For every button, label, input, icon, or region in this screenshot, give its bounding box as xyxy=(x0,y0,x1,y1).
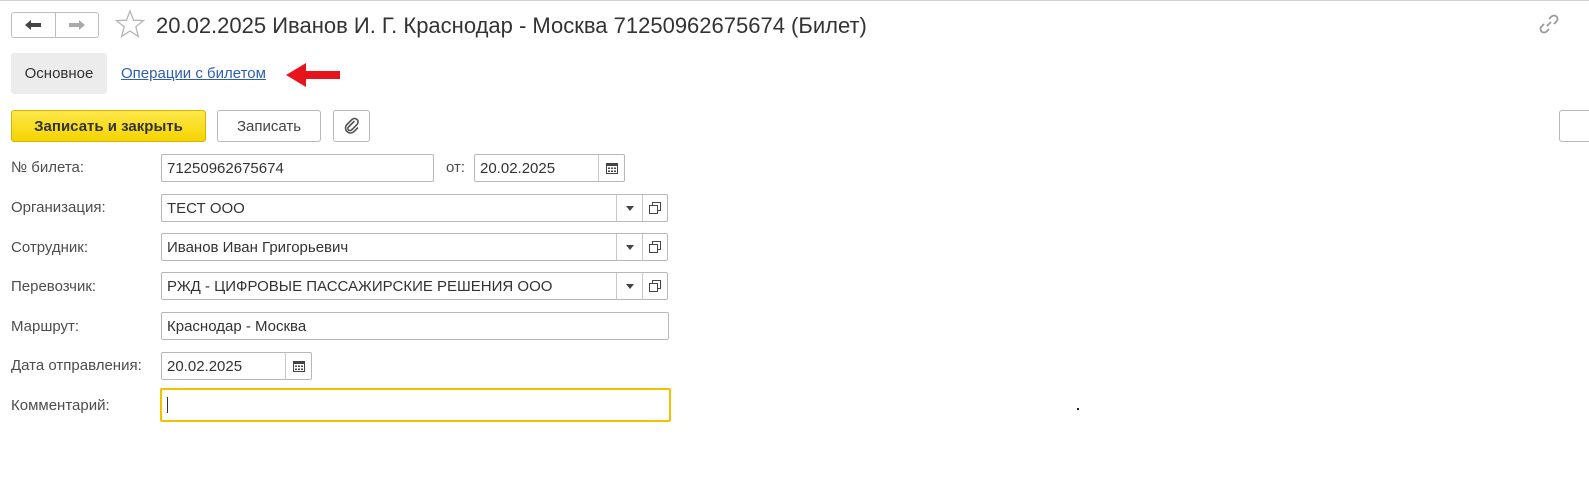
chevron-down-icon xyxy=(625,283,634,289)
carrier-open-button[interactable] xyxy=(642,273,667,299)
page-title: 20.02.2025 Иванов И. Г. Краснодар - Моск… xyxy=(156,13,867,38)
tab-main[interactable]: Основное xyxy=(11,53,107,94)
calendar-icon xyxy=(605,163,618,174)
organization-field[interactable]: ТЕСТ ООО xyxy=(161,194,668,222)
carrier-dropdown-button[interactable] xyxy=(616,273,642,299)
navigation-buttons xyxy=(11,12,99,38)
date-from-label: от: xyxy=(446,159,466,176)
save-and-close-button[interactable]: Записать и закрыть xyxy=(11,110,206,142)
chevron-down-icon xyxy=(625,205,634,211)
carrier-field[interactable]: РЖД - ЦИФРОВЫЕ ПАССАЖИРСКИЕ РЕШЕНИЯ ООО xyxy=(161,272,668,300)
departure-date-label: Дата отправления: xyxy=(11,357,142,374)
open-window-icon xyxy=(649,280,661,292)
route-field[interactable]: Краснодар - Москва xyxy=(161,312,669,340)
carrier-value: РЖД - ЦИФРОВЫЕ ПАССАЖИРСКИЕ РЕШЕНИЯ ООО xyxy=(167,277,553,295)
save-button[interactable]: Записать xyxy=(217,110,321,142)
more-button[interactable] xyxy=(1559,110,1589,142)
employee-dropdown-button[interactable] xyxy=(616,234,642,260)
link-button[interactable] xyxy=(1538,13,1560,40)
stray-dot xyxy=(1077,408,1079,410)
departure-date-value: 20.02.2025 xyxy=(167,357,243,375)
organization-value: ТЕСТ ООО xyxy=(167,199,245,217)
open-window-icon xyxy=(649,241,661,253)
carrier-label: Перевозчик: xyxy=(11,278,97,295)
route-label: Маршрут: xyxy=(11,318,80,335)
back-button[interactable] xyxy=(12,13,55,37)
date-from-field[interactable]: 20.02.2025 xyxy=(474,154,625,182)
favorite-button[interactable] xyxy=(114,9,146,44)
organization-dropdown-button[interactable] xyxy=(616,195,642,221)
employee-label: Сотрудник: xyxy=(11,239,89,256)
calendar-icon xyxy=(292,361,305,372)
employee-value: Иванов Иван Григорьевич xyxy=(167,238,349,256)
forward-button[interactable] xyxy=(54,13,99,37)
tab-ticket-operations[interactable]: Операции с билетом xyxy=(121,65,266,82)
departure-date-field[interactable]: 20.02.2025 xyxy=(161,352,312,380)
chevron-down-icon xyxy=(625,244,634,250)
employee-field[interactable]: Иванов Иван Григорьевич xyxy=(161,233,668,261)
open-window-icon xyxy=(649,202,661,214)
employee-open-button[interactable] xyxy=(642,234,667,260)
paperclip-icon xyxy=(344,117,359,134)
ticket-number-value: 71250962675674 xyxy=(167,159,284,177)
organization-label: Организация: xyxy=(11,199,106,216)
top-border xyxy=(0,0,1589,1)
arrow-left-icon xyxy=(25,20,42,30)
arrow-right-icon xyxy=(68,20,85,30)
ticket-number-label: № билета: xyxy=(11,159,85,176)
ticket-number-field[interactable]: 71250962675674 xyxy=(161,154,434,182)
link-icon xyxy=(1539,14,1559,34)
comment-field[interactable] xyxy=(160,388,671,422)
text-caret xyxy=(167,397,168,413)
calendar-button[interactable] xyxy=(285,353,311,379)
organization-open-button[interactable] xyxy=(642,195,667,221)
route-value: Краснодар - Москва xyxy=(167,317,307,335)
attach-button[interactable] xyxy=(333,110,370,142)
date-from-value: 20.02.2025 xyxy=(480,159,556,177)
red-arrow-annotation xyxy=(284,60,342,95)
star-icon xyxy=(114,9,146,38)
calendar-button[interactable] xyxy=(598,155,624,181)
comment-label: Комментарий: xyxy=(11,397,110,414)
